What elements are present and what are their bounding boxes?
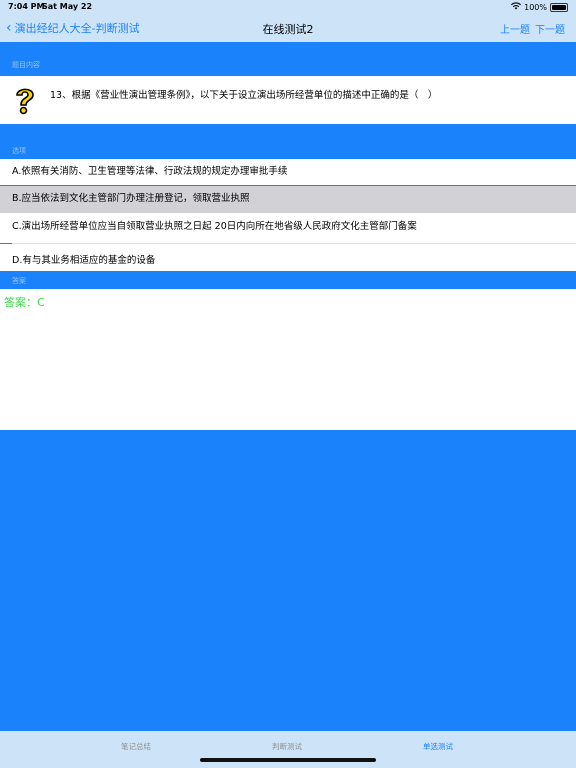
wifi-icon [511,2,522,12]
question-card: 13、根据《营业性演出管理条例》，以下关于设立演出场所经营单位的描述中正确的是（… [0,76,576,124]
question-section-label: 题目内容 [12,61,40,69]
option-b[interactable]: B.应当依法到文化主管部门办理注册登记，领取营业执照 [0,186,576,213]
navigation-bar: ‹ 演出经纪人大全-判断测试 在线测试2 上一题 下一题 [0,14,576,42]
battery-icon [550,2,568,12]
options-section-label: 选项 [12,147,26,155]
next-question-button[interactable]: 下一题 [535,21,565,36]
option-d-label: D.有与其业务相适应的基金的设备 [12,255,156,266]
previous-question-button[interactable]: 上一题 [500,21,530,36]
answer-text: 答案：C [4,296,45,309]
tab-bar: 笔记总结 判断测试 单选测试 [0,731,576,768]
option-b-label: B.应当依法到文化主管部门办理注册登记，领取营业执照 [12,193,250,204]
tab-true-false-test[interactable]: 判断测试 [272,741,302,752]
home-indicator[interactable] [200,758,376,762]
option-c-label: C.演出场所经营单位应当自领取营业执照之日起 20日内向所在地省级人民政府文化主… [12,221,417,232]
chevron-left-icon: ‹ [6,20,12,36]
option-c[interactable]: C.演出场所经营单位应当自领取营业执照之日起 20日内向所在地省级人民政府文化主… [0,213,576,243]
question-text: 13、根据《营业性演出管理条例》，以下关于设立演出场所经营单位的描述中正确的是（… [50,90,438,101]
tab-notes-summary[interactable]: 笔记总结 [121,741,151,752]
answer-section-label: 答案 [12,277,26,285]
option-a-label: A.依照有关消防、卫生管理等法律、行政法规的规定办理审批手续 [12,166,288,177]
answer-panel: 答案：C [0,289,576,430]
status-right: 100% [511,2,568,12]
status-time: 7:04 PM [8,2,45,11]
question-mark-icon [16,88,34,115]
status-bar: 7:04 PM Sat May 22 100% [0,0,576,14]
status-date: Sat May 22 [42,2,93,11]
tab-single-choice-test[interactable]: 单选测试 [423,741,453,752]
option-d[interactable]: D.有与其业务相适应的基金的设备 [0,244,576,271]
option-a[interactable]: A.依照有关消防、卫生管理等法律、行政法规的规定办理审批手续 [0,159,576,185]
battery-percent: 100% [524,2,547,12]
back-button[interactable]: ‹ 演出经纪人大全-判断测试 [6,20,140,36]
back-label: 演出经纪人大全-判断测试 [14,22,140,35]
